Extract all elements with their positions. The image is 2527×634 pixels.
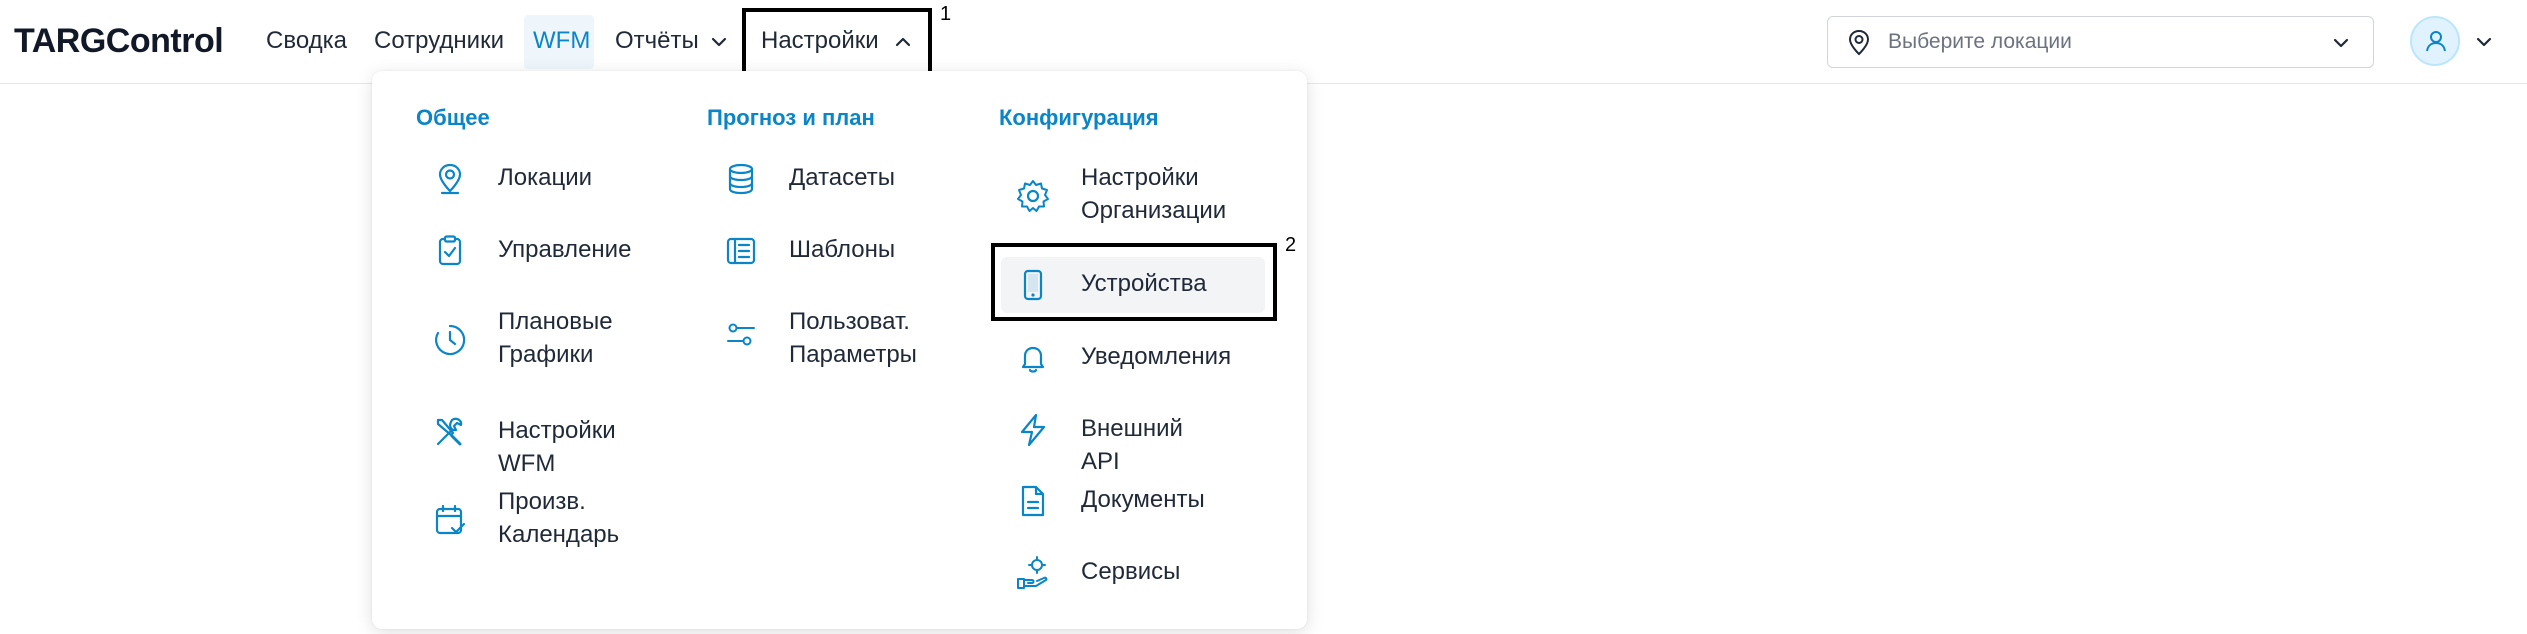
annotation-number-2: 2 <box>1285 234 1297 256</box>
column-title-forecast-plan: Прогноз и план <box>707 105 875 130</box>
chevron-down-icon <box>2333 38 2349 48</box>
sliders-icon <box>727 323 755 346</box>
settings-dropdown-menu: Общее Локации Управление Плановые График… <box>372 71 1307 629</box>
database-icon <box>728 163 754 195</box>
user-icon <box>2426 31 2446 52</box>
menu-item-label: Настройки WFM <box>498 417 616 477</box>
document-icon <box>1021 485 1045 517</box>
column-title-general: Общее <box>416 105 490 130</box>
menu-item-label: Внешний API <box>1081 415 1183 475</box>
nav-item-summary[interactable]: Сводка <box>266 27 347 55</box>
calendar-check-icon <box>435 504 466 535</box>
location-select[interactable]: Выберите локации <box>1827 16 2374 68</box>
chevron-down-icon[interactable] <box>2474 32 2494 52</box>
annotation-number-1: 1 <box>940 3 952 25</box>
chevron-down-icon[interactable] <box>709 32 729 52</box>
annotation-box-2 <box>991 243 1277 321</box>
avatar[interactable] <box>2410 16 2460 66</box>
menu-item-label: Уведомления <box>1081 343 1232 370</box>
template-icon <box>726 237 756 265</box>
nav-item-wfm-label: WFM <box>533 27 591 54</box>
location-pin-icon <box>438 163 462 195</box>
nav-item-wfm[interactable]: WFM <box>524 15 594 69</box>
gear-icon <box>1017 180 1049 212</box>
nav-item-reports[interactable]: Отчёты <box>615 27 699 55</box>
bell-icon <box>1021 346 1045 373</box>
lightning-icon <box>1020 413 1046 447</box>
menu-item-label: Шаблоны <box>789 236 896 263</box>
location-select-placeholder: Выберите локации <box>1888 30 2072 53</box>
menu-item-label: Управление <box>498 236 632 263</box>
menu-item-label: Документы <box>1081 486 1205 513</box>
tools-icon <box>436 417 463 446</box>
menu-item-label: Пользоват. Параметры <box>789 308 917 368</box>
app-logo[interactable]: TARGControl <box>14 22 224 61</box>
clock-icon <box>435 324 466 356</box>
column-title-configuration: Конфигурация <box>999 105 1159 130</box>
menu-item-label: Плановые Графики <box>498 308 613 368</box>
menu-item-label: Произв. Календарь <box>498 488 620 548</box>
location-pin-icon <box>1848 29 1870 56</box>
clipboard-check-icon <box>438 235 462 266</box>
menu-item-label: Сервисы <box>1081 558 1181 585</box>
menu-item-label: Настройки Организации <box>1081 164 1227 224</box>
menu-item-label: Локации <box>498 164 593 191</box>
menu-item-label: Датасеты <box>789 164 895 191</box>
nav-item-employees[interactable]: Сотрудники <box>374 27 504 55</box>
service-hand-icon <box>1017 556 1048 589</box>
